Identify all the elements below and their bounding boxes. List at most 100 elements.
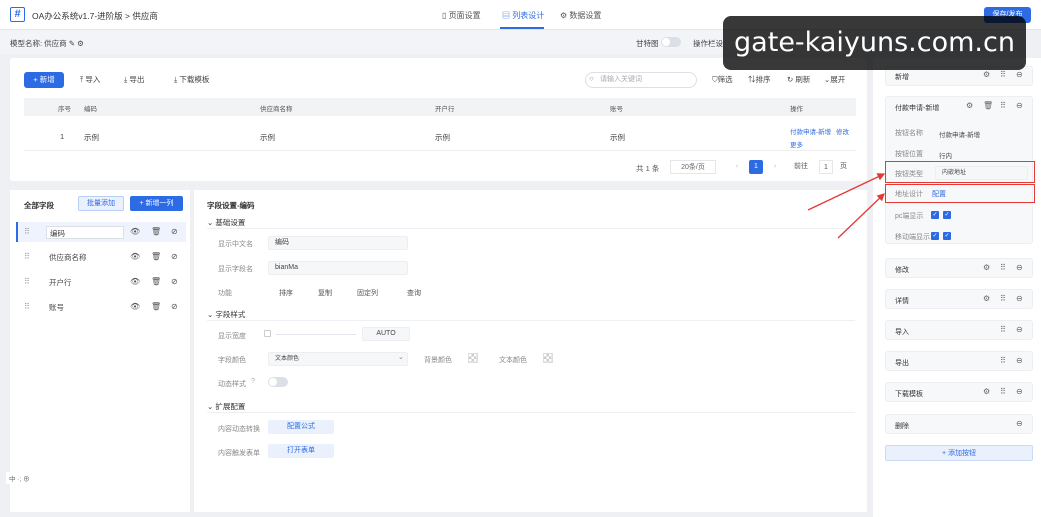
drag-handle-icon[interactable]: ⠿ — [24, 302, 30, 311]
config-formula-button[interactable]: 配置公式 — [268, 420, 334, 434]
settings-icon[interactable]: ⚙ — [77, 39, 84, 48]
mobile-display-checkbox[interactable]: ✓ — [931, 232, 939, 240]
settings-icon[interactable]: ⚙ — [966, 101, 973, 110]
next-page-icon[interactable]: › — [769, 160, 781, 174]
download-template-button[interactable]: ⤓ 下载模板 — [174, 72, 209, 88]
drag-icon[interactable]: ⠿ — [1000, 101, 1006, 110]
basic-section-heading[interactable]: ⌄ 基础设置 — [207, 217, 245, 228]
active-tab-indicator — [500, 27, 544, 29]
edit-icon[interactable]: ✎ — [69, 39, 75, 48]
tab-data-settings[interactable]: ⚙ 数据设置 — [560, 10, 601, 21]
eye-icon[interactable]: 👁 — [130, 252, 140, 261]
hide-icon[interactable]: ⊘ — [171, 277, 178, 286]
drag-handle-icon[interactable]: ⠿ — [24, 227, 30, 236]
filter-button[interactable]: ⛉筛选 — [712, 72, 733, 88]
settings-icon[interactable]: ⚙ — [983, 263, 990, 272]
option-query[interactable]: 查询 — [407, 288, 421, 298]
pc-display-checkbox[interactable]: ✓ — [931, 211, 939, 219]
gantt-switch[interactable] — [661, 37, 681, 47]
field-list-title: 全部字段 — [24, 201, 54, 210]
page-size-select[interactable]: 20条/页 — [670, 160, 716, 174]
ext-section-heading[interactable]: ⌄ 扩展配置 — [207, 401, 245, 412]
drag-icon[interactable]: ⠿ — [1000, 263, 1006, 272]
delete-icon[interactable]: 🗑 — [151, 227, 161, 236]
minus-circle-icon[interactable]: ⊖ — [1016, 294, 1023, 303]
settings-icon[interactable]: ⚙ — [983, 70, 990, 79]
export-button[interactable]: ⤓ 导出 — [124, 72, 144, 88]
button-name-value[interactable]: 付款申请-新增 — [939, 129, 980, 139]
delete-icon[interactable]: 🗑 — [151, 252, 161, 261]
expand-button[interactable]: ⌄展开 — [824, 72, 845, 88]
eye-icon[interactable]: 👁 — [130, 302, 140, 311]
field-name[interactable]: 账号 — [46, 301, 64, 314]
drag-icon[interactable]: ⠿ — [1000, 325, 1006, 334]
field-name[interactable]: 开户行 — [46, 276, 72, 289]
display-name-input[interactable]: 编码 — [268, 236, 408, 250]
page-current[interactable]: 1 — [749, 160, 763, 174]
width-checkbox[interactable] — [264, 330, 271, 337]
button-position-value[interactable]: 行内 — [939, 150, 952, 160]
add-button-button[interactable]: + 添加按钮 — [885, 445, 1033, 461]
drag-icon[interactable]: ⠿ — [1000, 387, 1006, 396]
prev-page-icon[interactable]: ‹ — [731, 160, 743, 174]
tab-list-design[interactable]: ▤ 列表设计 — [502, 10, 544, 21]
row-action-more[interactable]: 更多 — [790, 139, 803, 149]
eye-icon[interactable]: 👁 — [130, 277, 140, 286]
search-input[interactable]: 请输入关键词 — [585, 72, 697, 88]
open-form-button[interactable]: 打开表单 — [268, 444, 334, 458]
minus-circle-icon[interactable]: ⊖ — [1016, 325, 1023, 334]
drag-handle-icon[interactable]: ⠿ — [24, 277, 30, 286]
download-icon: ⤓ — [174, 75, 178, 84]
import-button[interactable]: ⤒ 导入 — [80, 72, 100, 88]
option-sort[interactable]: 排序 — [279, 288, 293, 298]
option-copy[interactable]: 复制 — [318, 288, 332, 298]
drag-icon[interactable]: ⠿ — [1000, 356, 1006, 365]
eye-icon[interactable]: 👁 — [130, 227, 140, 236]
watermark: gate-kaiyuns.com.cn — [723, 16, 1026, 70]
hide-icon[interactable]: ⊘ — [171, 252, 178, 261]
text-color-picker[interactable] — [543, 353, 553, 363]
tab-label: 列表设计 — [512, 11, 545, 20]
bg-color-picker[interactable] — [468, 353, 478, 363]
settings-icon[interactable]: ⚙ — [983, 387, 990, 396]
delete-icon[interactable]: 🗑 — [151, 277, 161, 286]
button-type-select[interactable]: 内嵌地址 — [935, 166, 1028, 180]
minus-circle-icon[interactable]: ⊖ — [1016, 263, 1023, 272]
drag-icon[interactable]: ⠿ — [1000, 294, 1006, 303]
settings-icon[interactable]: ⚙ — [983, 294, 990, 303]
row-action-payment-add[interactable]: 付款申请-新增 — [790, 126, 831, 136]
color-select[interactable]: 文本颜色 — [268, 352, 408, 366]
style-section-heading[interactable]: ⌄ 字段样式 — [207, 309, 245, 320]
ext-heading-text: 扩展配置 — [215, 402, 246, 411]
field-name[interactable]: 供应商名称 — [46, 251, 87, 264]
minus-circle-icon[interactable]: ⊖ — [1016, 387, 1023, 396]
hide-icon[interactable]: ⊘ — [171, 227, 178, 236]
new-column-button[interactable]: + 新增一列 — [130, 196, 183, 211]
field-name-input[interactable]: 编码 — [46, 226, 124, 239]
minus-circle-icon[interactable]: ⊖ — [1016, 101, 1023, 110]
upload-icon: ⤒ — [80, 75, 84, 84]
drag-handle-icon[interactable]: ⠿ — [24, 252, 30, 261]
dynamic-style-switch[interactable] — [268, 377, 288, 387]
batch-add-button[interactable]: 批量添加 — [78, 196, 124, 211]
tab-page-settings[interactable]: ▯ 页面设置 — [442, 10, 481, 21]
width-value[interactable]: AUTO — [362, 327, 410, 341]
drag-icon[interactable]: ⠿ — [1000, 70, 1006, 79]
option-fix-column[interactable]: 固定列 — [357, 288, 378, 298]
delete-icon[interactable]: 🗑 — [151, 302, 161, 311]
delete-icon[interactable]: 🗑 — [983, 101, 993, 110]
add-button[interactable]: + 新增 — [24, 72, 64, 88]
minus-circle-icon[interactable]: ⊖ — [1016, 356, 1023, 365]
width-slider[interactable] — [276, 334, 356, 335]
field-name-input[interactable]: bianMa — [268, 261, 408, 275]
width-label: 显示宽度 — [218, 333, 246, 340]
hide-icon[interactable]: ⊘ — [171, 302, 178, 311]
address-config-link[interactable]: 配置 — [932, 189, 946, 199]
bottom-toolbar[interactable]: 中 ·; ⊕ — [6, 472, 33, 484]
minus-circle-icon[interactable]: ⊖ — [1016, 70, 1023, 79]
minus-circle-icon[interactable]: ⊖ — [1016, 419, 1023, 428]
text-color-label: 文本颜色 — [499, 357, 527, 364]
sort-button[interactable]: ⇅排序 — [748, 72, 771, 88]
refresh-button[interactable]: ↻ 刷新 — [787, 72, 810, 88]
row-action-edit[interactable]: 修改 — [836, 126, 849, 136]
